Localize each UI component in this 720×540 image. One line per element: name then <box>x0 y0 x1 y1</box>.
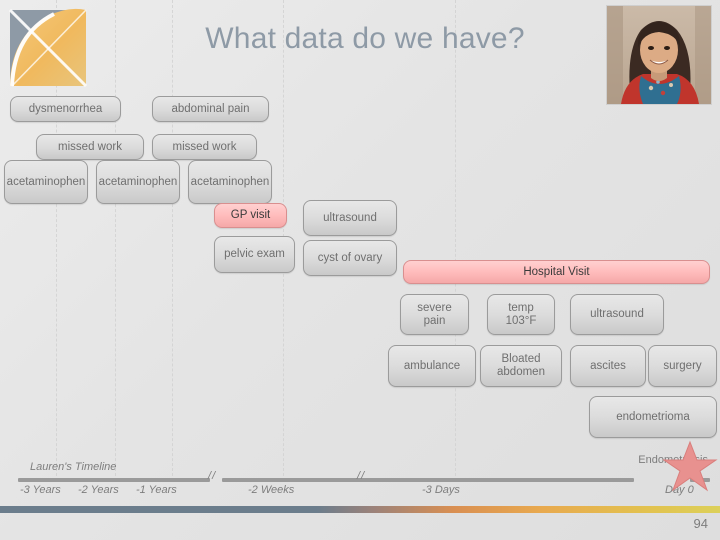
event-box-label: acetaminophen <box>6 175 86 188</box>
gridline-2 <box>172 0 174 476</box>
event-box-label: cyst of ovary <box>317 251 383 264</box>
event-box-label: acetaminophen <box>98 175 178 188</box>
timeline-tick-label: -3 Days <box>422 484 460 496</box>
event-box-label: Hospital Visit <box>523 265 590 278</box>
timeline-title: Lauren's Timeline <box>30 461 117 473</box>
event-box-label: missed work <box>58 140 122 153</box>
timeline-axis-break-0: / / <box>208 470 215 482</box>
event-box-label: severe pain <box>417 301 452 327</box>
arched-window-logo <box>8 8 88 88</box>
event-box: severe pain <box>400 294 469 335</box>
event-box-label: pelvic exam <box>224 248 285 260</box>
event-box: pelvic exam <box>214 236 295 273</box>
event-box: cyst of ovary <box>303 240 397 276</box>
event-box: GP visit <box>214 203 287 228</box>
timeline-tick-label: -2 Weeks <box>248 484 295 496</box>
patient-portrait <box>606 5 712 105</box>
event-box: surgery <box>648 345 717 387</box>
event-box: Hospital Visit <box>403 260 710 284</box>
event-box-label: ascites <box>590 359 626 372</box>
event-box: Bloated abdomen <box>480 345 562 387</box>
event-box-label: GP visit <box>230 209 271 221</box>
page-number: 94 <box>693 516 708 531</box>
timeline-axis-segment-1 <box>222 478 634 482</box>
footer-gradient-bar <box>0 506 720 513</box>
event-box-label: acetaminophen <box>190 175 270 188</box>
event-box-label: ultrasound <box>590 308 644 320</box>
event-box-label: dysmenorrhea <box>28 102 103 115</box>
event-box: ambulance <box>388 345 476 387</box>
event-box-label: ultrasound <box>323 211 377 224</box>
event-box: ultrasound <box>303 200 397 236</box>
event-box-label: temp 103°F <box>505 301 537 327</box>
event-box: dysmenorrhea <box>10 96 121 122</box>
event-box-label: missed work <box>172 140 237 153</box>
event-box: missed work <box>152 134 257 160</box>
timeline-axis-segment-0 <box>18 478 210 482</box>
event-box-label: endometrioma <box>616 410 690 423</box>
timeline-tick-label: -3 Years <box>20 484 61 496</box>
event-box: acetaminophen <box>4 160 88 204</box>
gridline-4 <box>455 0 457 476</box>
timeline-tick-label: -1 Years <box>136 484 177 496</box>
slide-canvas: What data do we have? dysmenorrhea abdom… <box>0 0 720 540</box>
star-icon <box>662 440 718 494</box>
event-box: ultrasound <box>570 294 664 335</box>
event-box: temp 103°F <box>487 294 555 335</box>
timeline-tick-label: -2 Years <box>78 484 119 496</box>
event-box: ascites <box>570 345 646 387</box>
event-box: acetaminophen <box>96 160 180 204</box>
event-box-label: abdominal pain <box>171 102 250 115</box>
event-box-label: ambulance <box>403 359 461 372</box>
event-box: missed work <box>36 134 144 160</box>
event-box-label: Bloated abdomen <box>497 353 545 378</box>
event-box-label: surgery <box>663 359 702 372</box>
timeline-axis-break-1: / / <box>357 470 364 482</box>
event-box: abdominal pain <box>152 96 269 122</box>
gridline-1 <box>115 0 117 476</box>
page-title: What data do we have? <box>205 22 525 55</box>
event-box: endometrioma <box>589 396 717 438</box>
event-box: acetaminophen <box>188 160 272 204</box>
